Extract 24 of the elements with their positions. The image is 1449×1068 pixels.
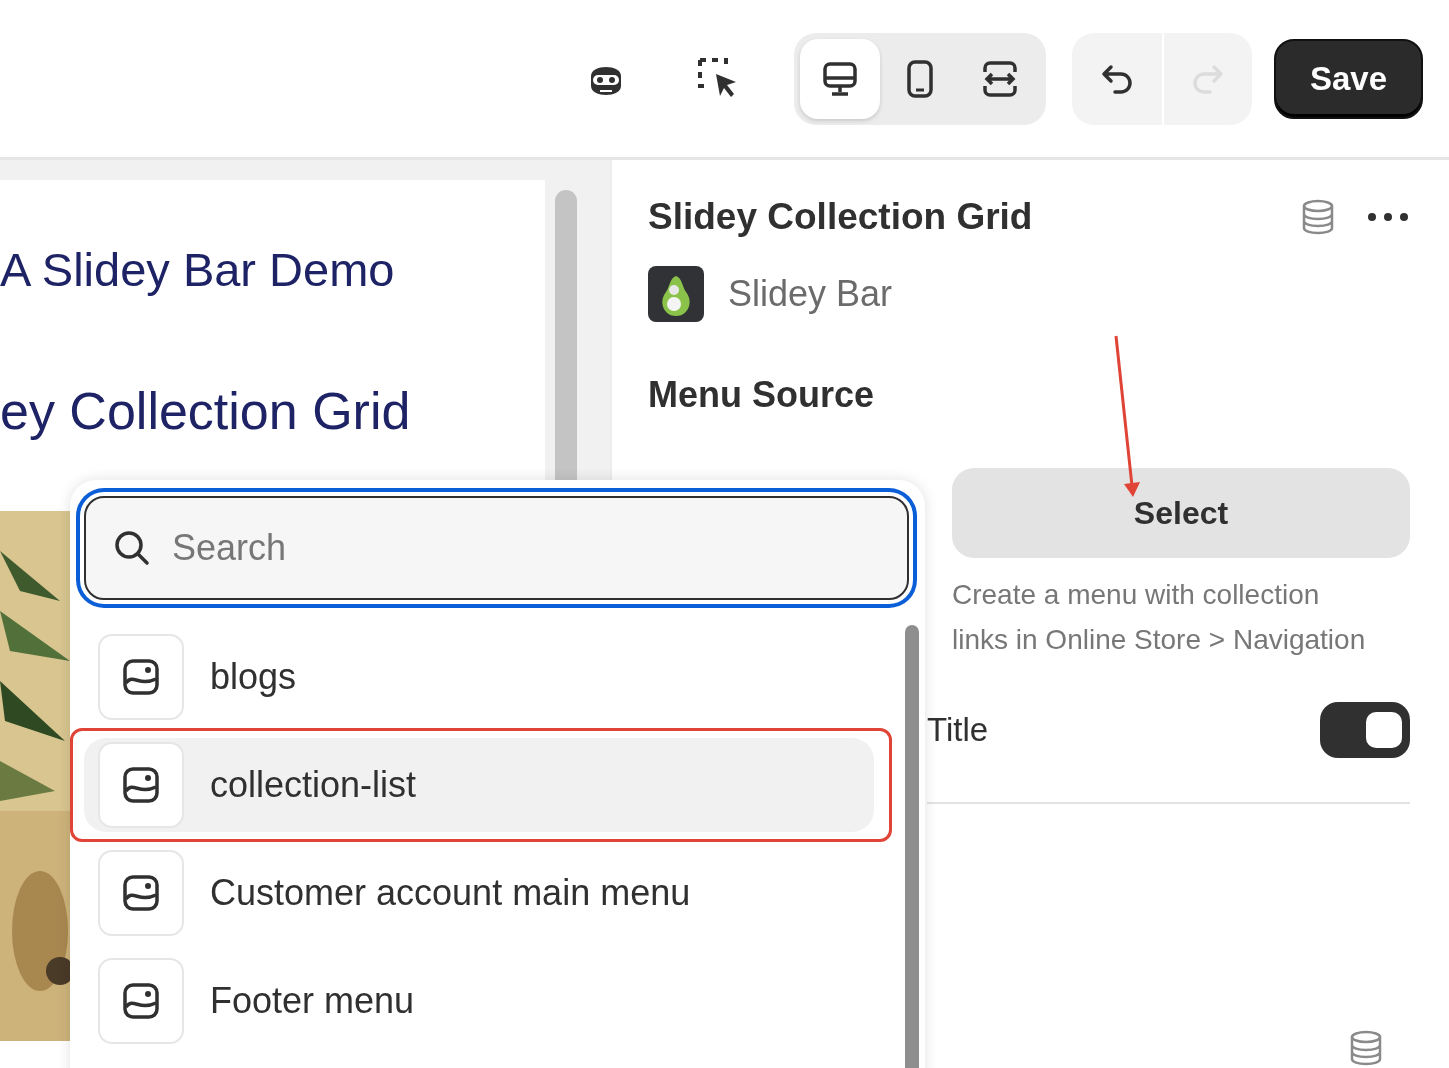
save-button[interactable]: Save: [1273, 38, 1423, 119]
image-placeholder-icon: [98, 850, 184, 936]
help-text: Create a menu with collection links in Online Store > Navigation: [952, 578, 1367, 657]
image-placeholder-icon: [98, 634, 184, 720]
more-icon[interactable]: [1366, 211, 1410, 223]
pear-app-icon: [648, 266, 704, 322]
setting-label: Title: [927, 711, 989, 749]
scrollbar[interactable]: [905, 625, 919, 1068]
search-field[interactable]: Search: [84, 496, 909, 600]
image-placeholder-icon: [98, 958, 184, 1044]
app-name: Slidey Bar: [728, 273, 893, 315]
image-placeholder-icon: [98, 742, 184, 828]
menu-option[interactable]: Footer menu: [84, 954, 874, 1048]
menu-option[interactable]: collection-list: [84, 738, 874, 832]
search-icon: [112, 528, 152, 568]
menu-option[interactable]: blogs: [84, 630, 874, 724]
field-label: Menu Source: [648, 374, 876, 416]
preview-heading: ey Collection Grid: [0, 381, 412, 441]
select-button[interactable]: Select: [952, 468, 1410, 558]
preview-heading: A Slidey Bar Demo: [0, 242, 396, 297]
desktop-view-button[interactable]: [799, 38, 880, 119]
menu-option[interactable]: Customer account main menu: [84, 846, 874, 940]
section-title: Slidey Collection Grid: [648, 196, 1034, 238]
toggle-switch[interactable]: [1320, 702, 1410, 758]
